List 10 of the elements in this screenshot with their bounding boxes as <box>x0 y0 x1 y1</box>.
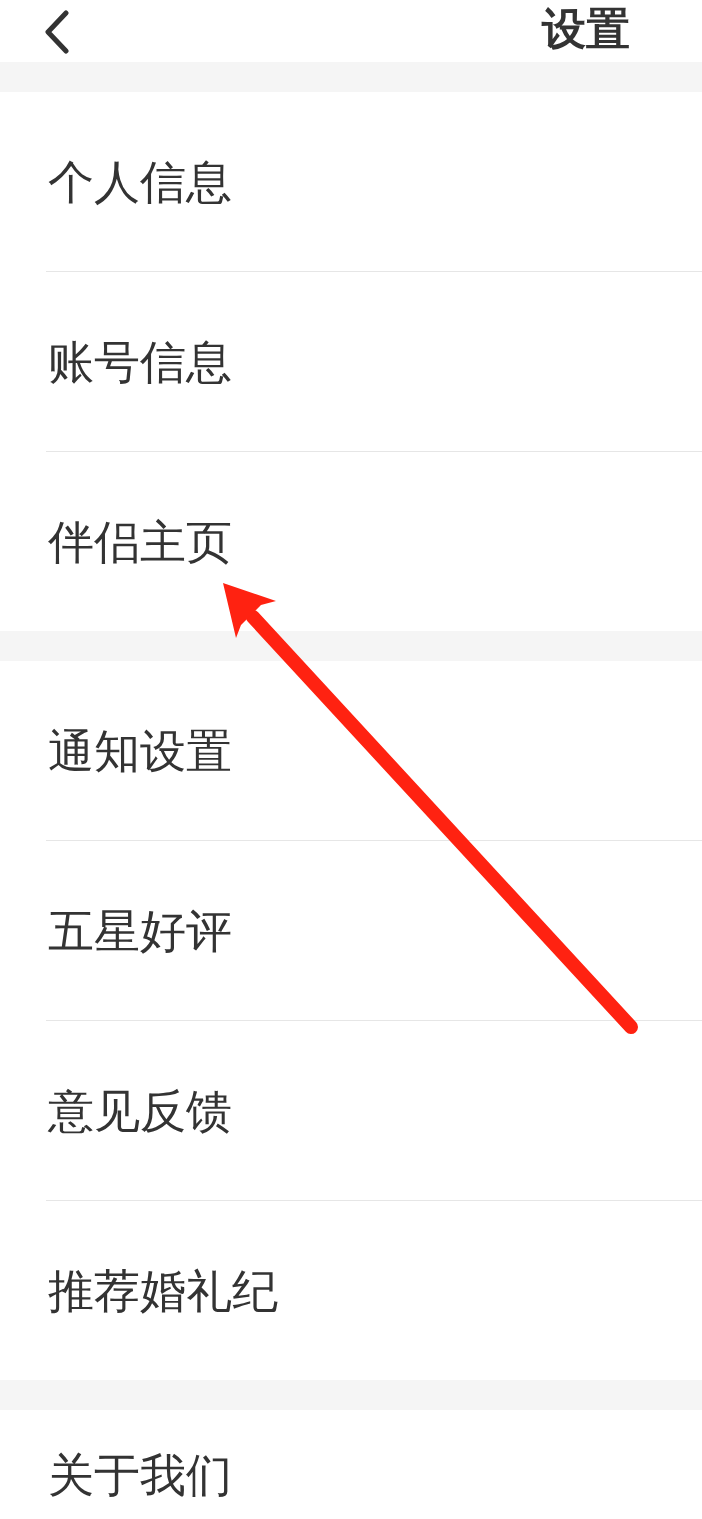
settings-item[interactable]: 账号信息 <box>0 272 702 451</box>
settings-item[interactable]: 通知设置 <box>0 661 702 840</box>
settings-item[interactable]: 五星好评 <box>0 841 702 1020</box>
screen-title: 设置 <box>542 4 630 54</box>
settings-item[interactable]: 意见反馈 <box>0 1021 702 1200</box>
settings-item[interactable]: 关于我们 <box>0 1410 702 1504</box>
back-icon[interactable] <box>44 10 70 54</box>
settings-item[interactable]: 推荐婚礼纪 <box>0 1201 702 1380</box>
settings-item[interactable]: 伴侣主页 <box>0 452 702 631</box>
settings-item[interactable]: 个人信息 <box>0 92 702 271</box>
